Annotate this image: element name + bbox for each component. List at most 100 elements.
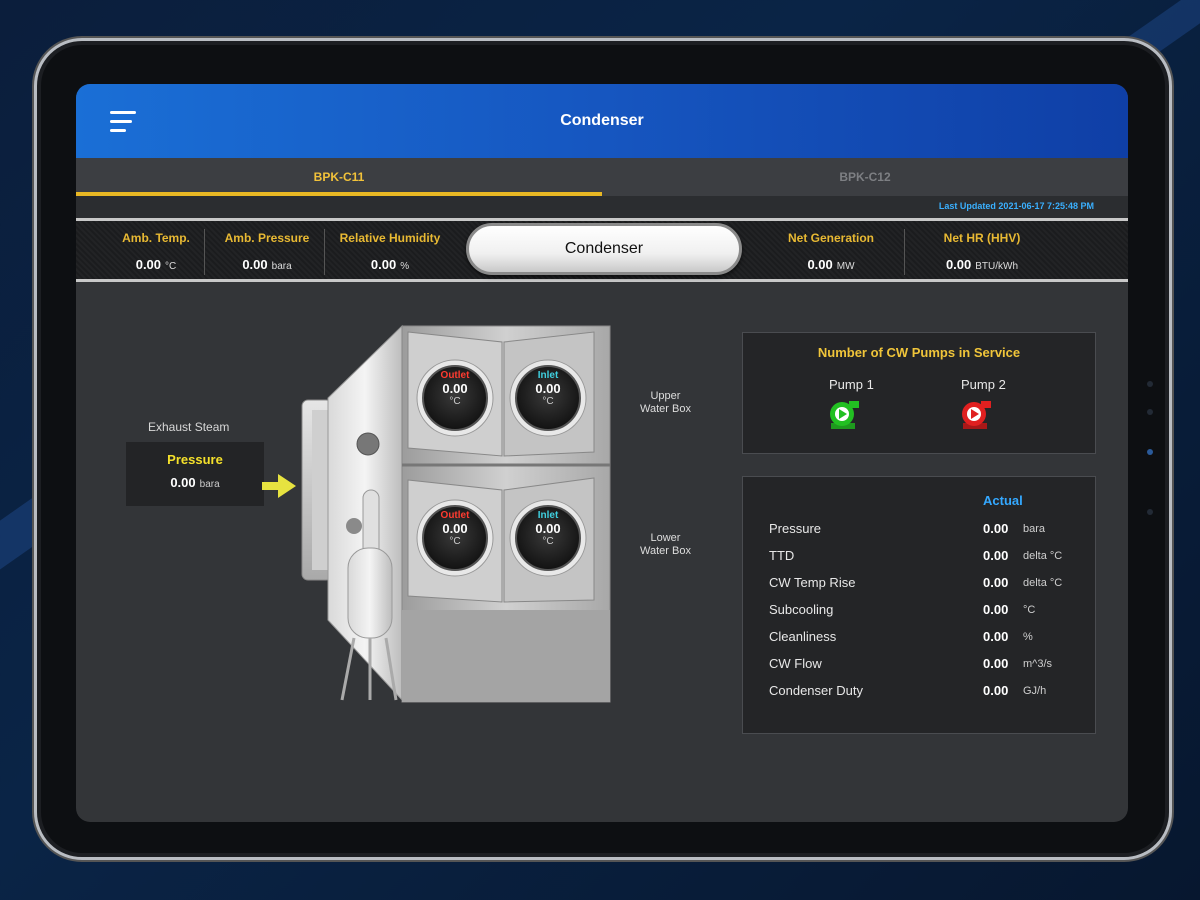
upper-water-box-label: Upper Water Box [640, 390, 691, 416]
row-value: 0.00 [983, 575, 1009, 590]
row-value: 0.00 [983, 548, 1009, 563]
row-label: CW Temp Rise [769, 575, 856, 590]
gauge-value: 0.00 [442, 381, 468, 396]
gauge-unit: °C [449, 396, 461, 407]
tab-bpk-c12[interactable]: BPK-C12 [602, 158, 1128, 196]
metric-amb-pressure: Amb. Pressure 0.00 bara [210, 221, 324, 279]
gauge-unit: °C [542, 536, 554, 547]
exhaust-steam-label: Exhaust Steam [148, 420, 230, 434]
gauge-value: 0.00 [535, 521, 561, 536]
exhaust-pressure-row: 0.00 bara [126, 475, 264, 490]
metric-net-hr: Net HR (HHV) 0.00 BTU/kWh [912, 221, 1052, 279]
metric-value: 0.00 [370, 257, 397, 272]
divider [204, 229, 205, 275]
last-updated-bar: Last Updated 2021-06-17 7:25:48 PM [76, 196, 1128, 218]
pump2-stopped-icon[interactable] [959, 399, 993, 431]
tab-bar: BPK-C11 BPK-C12 [76, 158, 1128, 196]
metric-label: Amb. Temp. [122, 231, 190, 245]
app-bar: Condenser [76, 84, 1128, 158]
metric-value-row: 0.00% [328, 257, 452, 272]
row-unit: % [1023, 631, 1033, 643]
metric-unit: BTU/kWh [975, 261, 1019, 272]
lower-water-box-label: Lower Water Box [640, 532, 691, 558]
metric-relative-humidity: Relative Humidity 0.00% [328, 221, 452, 279]
lower-outlet-gauge: Outlet 0.00 °C [425, 510, 485, 547]
side-sensor [1147, 449, 1153, 455]
gauge-label: Outlet [440, 510, 470, 521]
tab-bpk-c11[interactable]: BPK-C11 [76, 158, 602, 196]
hamburger-menu-icon[interactable] [110, 111, 138, 133]
divider [324, 229, 325, 275]
metric-net-generation: Net Generation 0.00 MW [766, 221, 896, 279]
metric-value: 0.00 [242, 257, 268, 272]
metric-unit: MW [836, 261, 855, 272]
side-sensor [1147, 409, 1153, 415]
gauge-label: Inlet [537, 370, 559, 381]
side-sensor [1147, 381, 1153, 387]
condenser-button[interactable]: Condenser [466, 223, 742, 275]
gauge-label: Outlet [440, 370, 470, 381]
metric-label: Net Generation [787, 231, 874, 245]
upper-inlet-gauge: Inlet 0.00 °C [518, 370, 578, 407]
gauge-unit: °C [542, 396, 554, 407]
metric-amb-temp: Amb. Temp. 0.00 °C [106, 221, 206, 279]
row-value: 0.00 [983, 683, 1009, 698]
metric-label: Net HR (HHV) [943, 231, 1021, 245]
app-screen: Condenser BPK-C11 BPK-C12 Last Updated 2… [76, 84, 1128, 822]
pump1-running-icon[interactable] [827, 399, 861, 431]
upper-water-box-line1: Upper [650, 390, 681, 402]
gauge-label: Inlet [537, 510, 559, 521]
row-label: Condenser Duty [769, 683, 863, 698]
metric-value: 0.00 [135, 257, 162, 272]
pump1-label: Pump 1 [829, 377, 874, 392]
side-sensor [1147, 509, 1153, 515]
exhaust-pressure-box: Pressure 0.00 bara [126, 442, 264, 506]
row-label: CW Flow [769, 656, 822, 671]
row-label: TTD [769, 548, 795, 563]
metric-unit: bara [271, 261, 292, 272]
cw-pumps-title: Number of CW Pumps in Service [817, 345, 1021, 360]
gauge-unit: °C [449, 536, 461, 547]
metric-value-row: 0.00 MW [766, 257, 896, 272]
row-label: Subcooling [769, 602, 834, 617]
actual-header: Actual [983, 493, 1023, 508]
lower-inlet-gauge: Inlet 0.00 °C [518, 510, 578, 547]
metrics-strip: Amb. Temp. 0.00 °C Amb. Pressure 0.00 bara… [76, 218, 1128, 282]
row-value: 0.00 [983, 521, 1009, 536]
metric-value: 0.00 [945, 257, 972, 272]
gauge-value: 0.00 [442, 521, 468, 536]
page-title: Condenser [560, 112, 644, 129]
actual-values-panel: Actual Pressure 0.00 bara TTD 0.00 delta… [742, 476, 1096, 734]
metric-unit: % [400, 261, 410, 272]
row-unit: GJ/h [1023, 685, 1047, 697]
metric-label: Amb. Pressure [224, 231, 310, 245]
exhaust-pressure-unit: bara [199, 479, 220, 490]
metric-value-row: 0.00 bara [210, 257, 324, 272]
row-value: 0.00 [983, 602, 1009, 617]
pump2-label: Pump 2 [961, 377, 1006, 392]
gauge-value: 0.00 [535, 381, 561, 396]
row-unit: bara [1023, 523, 1046, 535]
last-updated-text: Last Updated 2021-06-17 7:25:48 PM [938, 201, 1094, 211]
row-label: Pressure [769, 521, 822, 536]
row-unit: delta °C [1023, 577, 1063, 589]
metric-label: Relative Humidity [339, 231, 441, 245]
metric-value: 0.00 [807, 257, 833, 272]
metric-value-row: 0.00 BTU/kWh [912, 257, 1052, 272]
row-label: Cleanliness [769, 629, 837, 644]
lower-water-box-line2: Water Box [640, 545, 691, 557]
lower-water-box-line1: Lower [650, 532, 681, 544]
exhaust-pressure-title: Pressure [167, 452, 223, 467]
row-unit: °C [1023, 604, 1036, 616]
row-value: 0.00 [983, 656, 1009, 671]
row-unit: m^3/s [1023, 658, 1052, 670]
row-value: 0.00 [983, 629, 1009, 644]
metric-unit: °C [165, 261, 177, 272]
metric-value-row: 0.00 °C [106, 257, 206, 272]
steam-arrow-icon [262, 474, 296, 498]
cw-pumps-panel: Number of CW Pumps in Service Pump 1 Pum… [742, 332, 1096, 454]
upper-water-box-line2: Water Box [640, 403, 691, 415]
row-unit: delta °C [1023, 550, 1063, 562]
upper-outlet-gauge: Outlet 0.00 °C [425, 370, 485, 407]
divider [904, 229, 905, 275]
